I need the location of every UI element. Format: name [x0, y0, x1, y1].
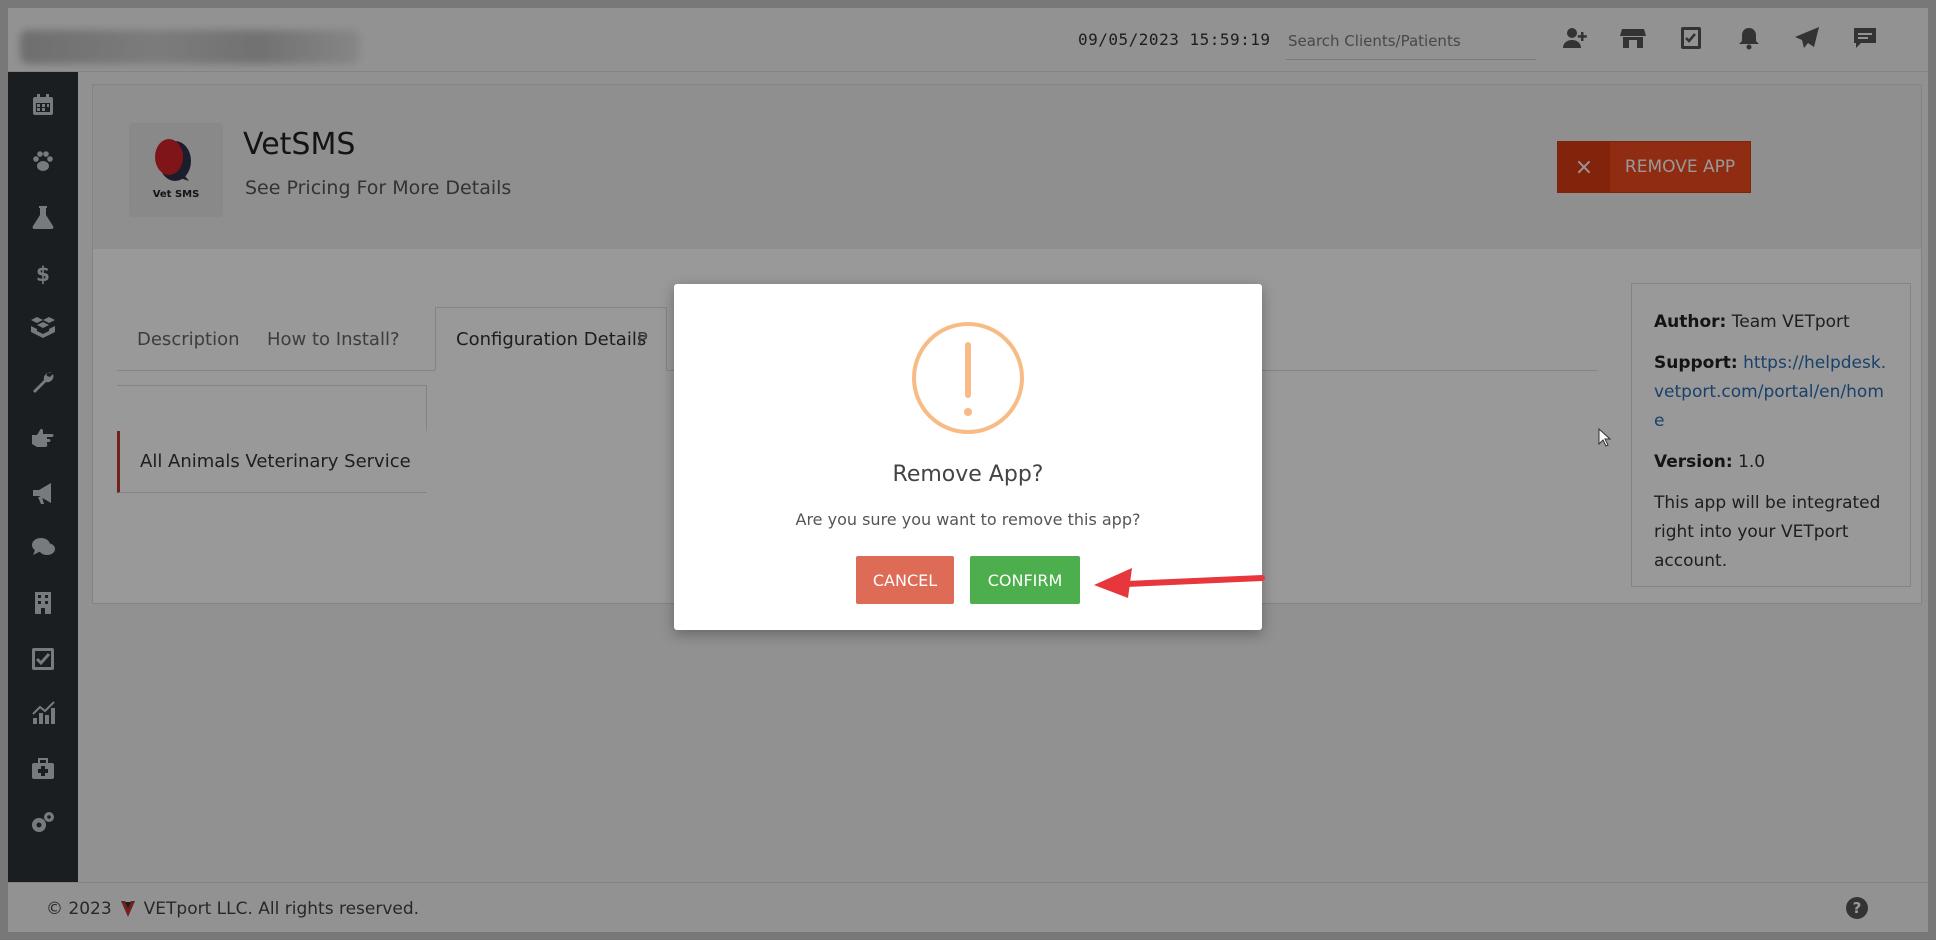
cancel-button[interactable]: CANCEL	[856, 556, 954, 604]
warning-dot	[964, 408, 972, 416]
warning-bar	[965, 342, 971, 398]
warning-icon	[912, 322, 1024, 434]
mouse-cursor-icon	[1598, 428, 1612, 447]
confirm-button[interactable]: CONFIRM	[970, 556, 1080, 604]
annotation-arrow-icon	[1094, 568, 1265, 598]
dialog-title: Remove App?	[892, 462, 1044, 487]
dialog-message: Are you sure you want to remove this app…	[795, 510, 1141, 529]
